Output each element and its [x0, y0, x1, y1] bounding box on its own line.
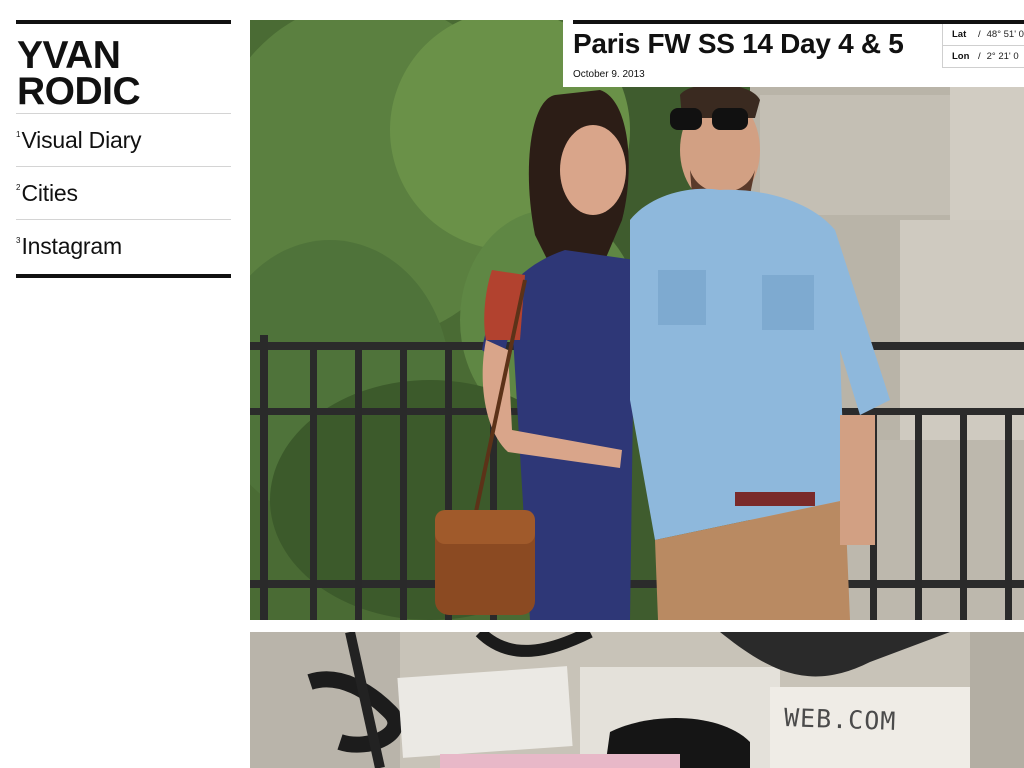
- post-title[interactable]: Paris FW SS 14 Day 4 & 5: [573, 28, 904, 60]
- nav-item-cities[interactable]: 2 Cities: [16, 167, 231, 220]
- page: YVAN RODIC 1 Visual Diary 2 Cities 3 Ins…: [0, 0, 1024, 768]
- nav-item-label: Visual Diary: [21, 126, 142, 153]
- graffiti-wall-photo: [250, 632, 1024, 768]
- coord-separator: /: [978, 29, 981, 40]
- longitude-label: Lon: [952, 51, 970, 62]
- logo-line-1: YVAN: [17, 34, 121, 77]
- nav-item-number: 2: [16, 183, 21, 192]
- post-photo[interactable]: [250, 20, 1024, 620]
- site-logo[interactable]: YVAN RODIC: [17, 34, 231, 113]
- nav-item-label: Cities: [21, 179, 78, 206]
- street-style-photo: [250, 20, 1024, 620]
- latitude-row: Lat / 48° 51' 0: [943, 24, 1024, 46]
- post-header: Paris FW SS 14 Day 4 & 5 October 9. 2013…: [563, 20, 1024, 87]
- wall-graffiti-text: WEB.COM: [783, 703, 897, 736]
- post-date: October 9. 2013: [573, 69, 645, 80]
- main-nav: 1 Visual Diary 2 Cities 3 Instagram: [16, 113, 231, 272]
- logo-line-2: RODIC: [17, 70, 141, 113]
- sidebar-top-rule: [16, 20, 231, 24]
- latitude-label: Lat: [952, 29, 967, 40]
- nav-item-label: Instagram: [21, 232, 122, 259]
- nav-item-number: 1: [16, 130, 21, 139]
- nav-item-number: 3: [16, 236, 21, 245]
- sidebar: YVAN RODIC 1 Visual Diary 2 Cities 3 Ins…: [16, 20, 231, 278]
- latitude-value: 48° 51' 0: [986, 29, 1024, 40]
- longitude-row: Lon / 2° 21' 0: [943, 46, 1024, 68]
- coordinates-panel: Lat / 48° 51' 0 Lon / 2° 21' 0: [942, 24, 1024, 68]
- post-photo-2[interactable]: WEB.COM: [250, 632, 1024, 768]
- coord-separator: /: [978, 51, 981, 62]
- longitude-value: 2° 21' 0: [986, 51, 1019, 62]
- sidebar-bottom-rule: [16, 274, 231, 278]
- nav-item-instagram[interactable]: 3 Instagram: [16, 220, 231, 272]
- nav-item-visual-diary[interactable]: 1 Visual Diary: [16, 114, 231, 167]
